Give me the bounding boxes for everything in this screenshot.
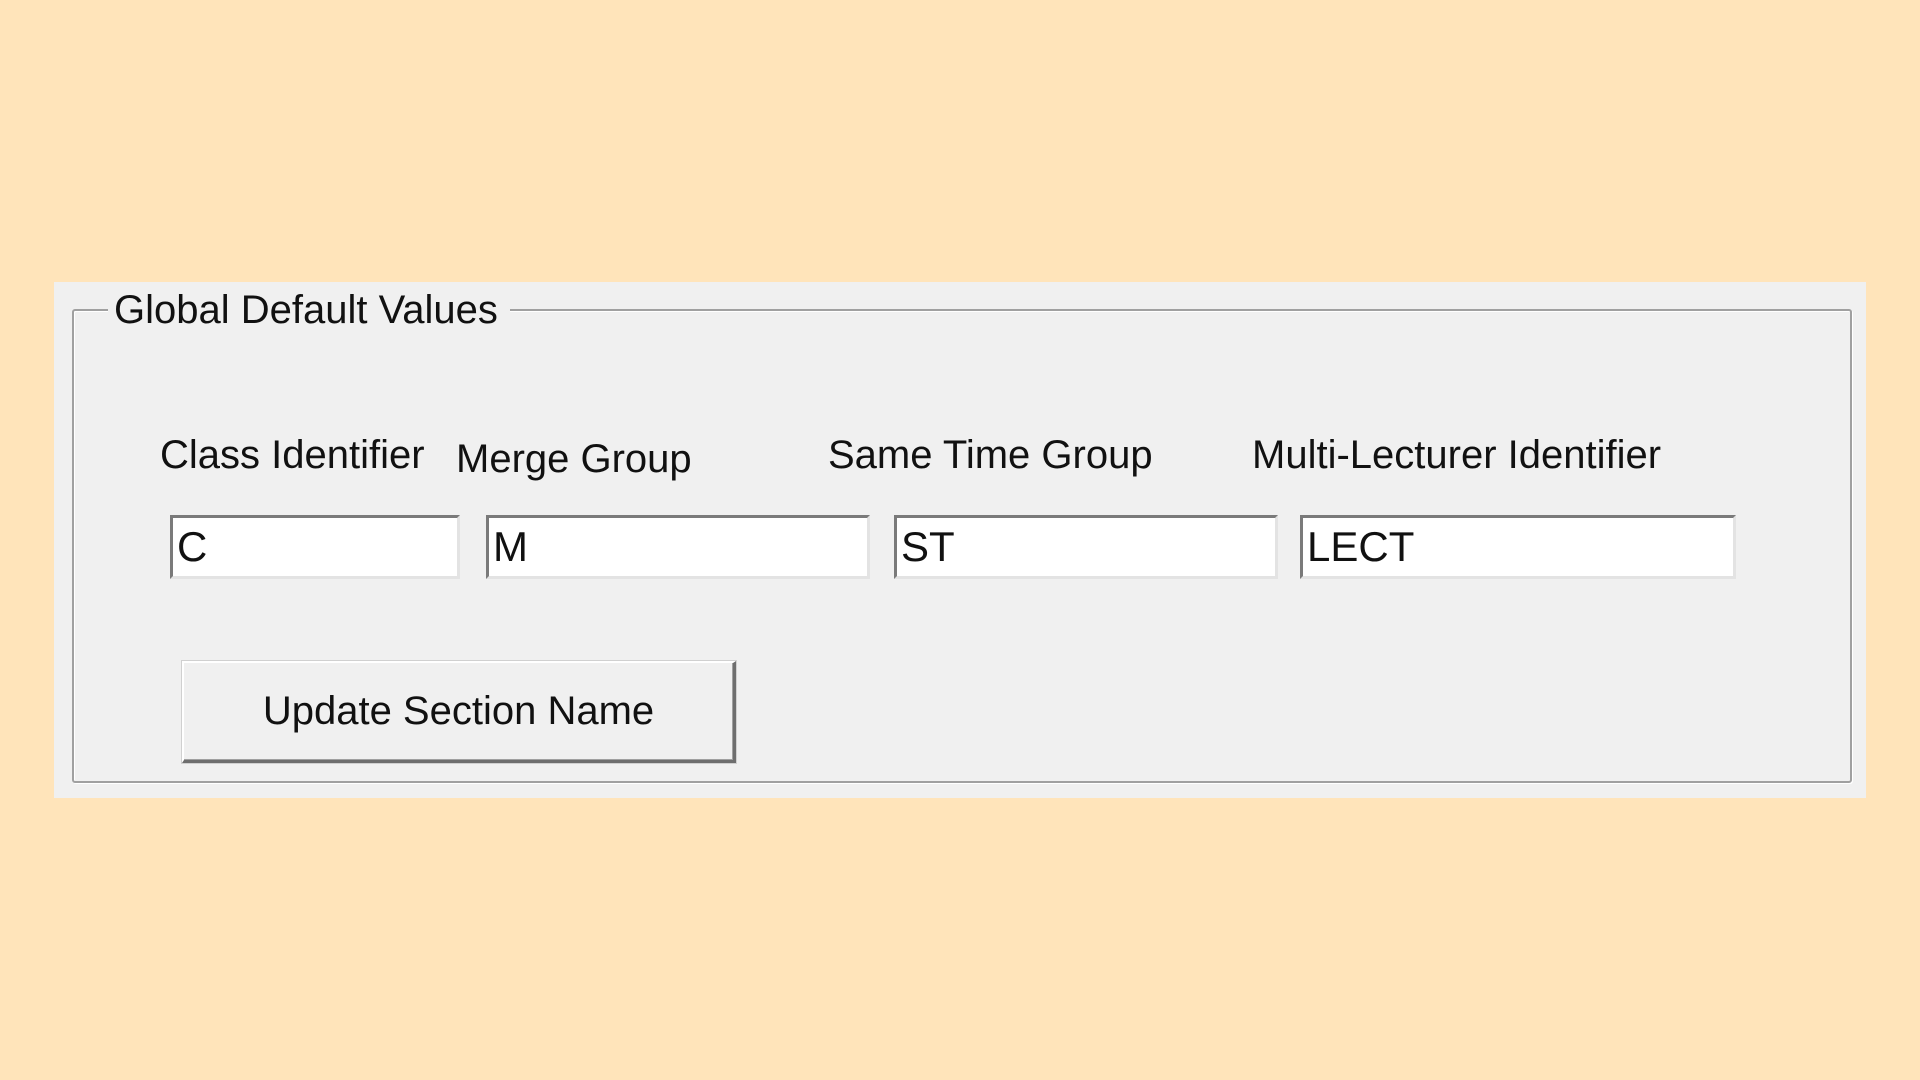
update-section-name-button[interactable]: Update Section Name: [182, 661, 736, 763]
class-identifier-label: Class Identifier: [160, 433, 425, 477]
merge-group-input[interactable]: [486, 515, 870, 579]
multi-lecturer-identifier-input[interactable]: [1300, 515, 1736, 579]
same-time-group-label: Same Time Group: [828, 433, 1153, 477]
global-defaults-groupbox: Global Default Values Class Identifier M…: [72, 283, 1852, 783]
class-identifier-input[interactable]: [170, 515, 460, 579]
same-time-group-input[interactable]: [894, 515, 1278, 579]
merge-group-label: Merge Group: [456, 437, 692, 481]
global-defaults-panel: Global Default Values Class Identifier M…: [54, 282, 1866, 798]
groupbox-title: Global Default Values: [108, 283, 510, 337]
multi-lecturer-identifier-label: Multi-Lecturer Identifier: [1252, 433, 1662, 477]
